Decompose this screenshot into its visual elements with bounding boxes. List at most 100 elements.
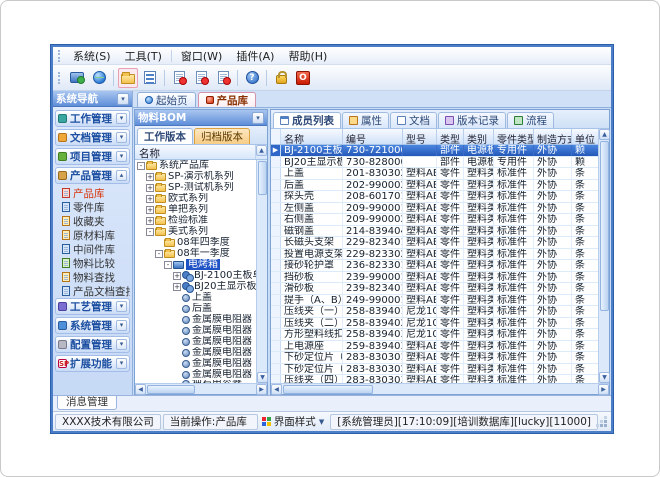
expand-icon[interactable]: + (146, 206, 154, 214)
sidebar-group-产品管理[interactable]: 产品管理▴ (55, 167, 130, 184)
chevron-down-icon[interactable]: ▾ (116, 301, 127, 312)
menu-item[interactable]: 窗口(W) (174, 47, 229, 65)
table-row[interactable]: 下砂定位片（左）283-830301-00I塑料ABS零件塑料类标准件外协条 (271, 352, 598, 364)
workspace-button[interactable] (67, 68, 87, 88)
table-row[interactable]: 上盖201-830302-00I塑料ABS零件塑料类标准件外协条 (271, 168, 598, 180)
column-header-单位[interactable]: 单位 (572, 129, 598, 144)
tree-vertical-scrollbar[interactable]: ▼ (256, 160, 267, 383)
version-tab-归档版本[interactable]: 归档版本 (194, 128, 250, 144)
table-row[interactable]: BJ20主显示板730-828000-04I部件电源板专用件外协颗 (271, 157, 598, 169)
table-row[interactable]: 左侧盖209-990001-01I塑料ABS零件塑料类标准件外协条 (271, 203, 598, 215)
expand-icon[interactable]: + (173, 283, 181, 291)
table-row[interactable]: 下砂定位片（右）283-830302-00I塑料ABS零件塑料类标准件外协条 (271, 364, 598, 376)
sidebar-item-零件库[interactable]: 零件库 (55, 200, 130, 214)
tab-文档[interactable]: 文档 (390, 112, 437, 128)
chevron-up-icon[interactable]: ▴ (116, 170, 127, 181)
table-hscroll-thumb[interactable] (283, 385, 373, 394)
table-scroll-thumb[interactable] (600, 141, 609, 311)
resize-grip-icon[interactable] (604, 424, 607, 427)
message-new-button[interactable] (169, 68, 189, 88)
collapse-icon[interactable]: - (137, 162, 145, 170)
tree-scroll-left-button[interactable]: ◀ (135, 384, 146, 395)
tree-item[interactable]: +SP-演示机系列 (135, 171, 256, 182)
table-row[interactable]: 上电源座259-839403-00I塑料ABS零件塑料类标准件外协条 (271, 341, 598, 353)
sidebar-group-工艺管理[interactable]: 工艺管理▾ (55, 298, 130, 315)
tree-item[interactable]: -08年一季度 (135, 248, 256, 259)
tree-item[interactable]: +欧式系列 (135, 193, 256, 204)
tree-item[interactable]: -系统产品库 (135, 160, 256, 171)
sidebar-group-文档管理[interactable]: 文档管理▾ (55, 129, 130, 146)
table-row[interactable]: 投置电源支架229-823302-00I塑料ABS零件塑料类标准件外协条 (271, 249, 598, 261)
tree-item[interactable]: 独石电容器 (135, 380, 256, 383)
column-header-零件类型[interactable]: 零件类型 (494, 129, 534, 144)
tab-成员列表[interactable]: 成员列表 (273, 112, 341, 128)
bom-panel-pin-button[interactable]: ▾ (252, 112, 264, 124)
tab-流程[interactable]: 流程 (507, 112, 554, 128)
chevron-down-icon[interactable]: ▾ (116, 320, 127, 331)
help-button[interactable] (242, 68, 262, 88)
bom-name-column-header[interactable]: 名称 (135, 145, 256, 159)
expand-icon[interactable]: + (146, 195, 154, 203)
sidebar-item-物料查找[interactable]: 物料查找 (55, 270, 130, 284)
sidebar-item-产品库[interactable]: 产品库 (55, 186, 130, 200)
tree-item[interactable]: 08年四季度 (135, 237, 256, 248)
sidebar-group-系统管理[interactable]: 系统管理▾ (55, 317, 130, 334)
menu-item[interactable]: 帮助(H) (281, 47, 334, 65)
expand-icon[interactable]: + (146, 173, 154, 181)
chevron-down-icon[interactable]: ▾ (116, 358, 127, 369)
column-header-类型[interactable]: 类型 (437, 129, 464, 144)
table-row[interactable]: 接砂轮护罩236-823301-00I塑料ABS零件塑料类标准件外协条 (271, 260, 598, 272)
collapse-icon[interactable]: - (155, 250, 163, 258)
chevron-down-icon[interactable]: ▾ (116, 339, 127, 350)
sidebar-item-收藏夹[interactable]: 收藏夹 (55, 214, 130, 228)
tree-scroll-thumb[interactable] (258, 161, 267, 195)
chevron-down-icon[interactable]: ▾ (116, 113, 127, 124)
tree-item[interactable]: 后盖 (135, 303, 256, 314)
exit-button[interactable] (293, 68, 313, 88)
sidebar-group-项目管理[interactable]: 项目管理▾ (55, 148, 130, 165)
tree-item[interactable]: 金属膜电阻器 (135, 325, 256, 336)
expand-icon[interactable]: + (146, 217, 154, 225)
sidebar-item-原材料库[interactable]: 原材料库 (55, 228, 130, 242)
tree-scroll-down-button[interactable]: ▼ (257, 372, 268, 383)
chevron-down-icon[interactable]: ▾ (116, 132, 127, 143)
table-row[interactable]: 压线夹（四）283-830303-00I塑料ABS零件塑料类标准件外协条 (271, 375, 598, 383)
style-selector[interactable]: 界面样式 (274, 414, 316, 429)
table-horizontal-scrollbar[interactable]: ◀ ▶ (271, 383, 609, 394)
column-header-类别[interactable]: 类别 (464, 129, 494, 144)
sidebar-item-物料比较[interactable]: 物料比较 (55, 256, 130, 270)
sidebar-group-配置管理[interactable]: 配置管理▾ (55, 336, 130, 353)
sidebar-group-扩展功能[interactable]: SP扩展功能▾ (55, 355, 130, 372)
chevron-down-icon[interactable]: ▾ (116, 151, 127, 162)
table-scroll-left-button[interactable]: ◀ (271, 384, 282, 395)
tree-scroll-up-button[interactable]: ▲ (256, 145, 267, 156)
menu-item[interactable]: 工具(T) (118, 47, 169, 65)
collapse-icon[interactable]: - (146, 228, 154, 236)
table-row[interactable]: 压线夹（二）258-839402-00I尼龙1010零件塑料类标准件外协条 (271, 318, 598, 330)
message-panel-tab[interactable]: 消息管理 (57, 396, 117, 410)
tree-item[interactable]: 金属膜电阻器 (135, 347, 256, 358)
tree-item[interactable]: 上盖 (135, 292, 256, 303)
table-row[interactable]: 磁钢盖214-839404-01I塑料ABS零件塑料类标准件外协条 (271, 226, 598, 238)
tree-item[interactable]: 金属膜电阻器 (135, 336, 256, 347)
column-header-编号[interactable]: 编号 (343, 129, 403, 144)
version-tab-工作版本[interactable]: 工作版本 (137, 128, 193, 144)
menu-item[interactable]: 系统(S) (66, 47, 118, 65)
column-header-名称[interactable]: 名称 (281, 129, 343, 144)
table-row[interactable]: 挡砂板239-990001-01I塑料ABS零件塑料类标准件外协条 (271, 272, 598, 284)
tree-scroll-right-button[interactable]: ▶ (256, 384, 267, 395)
expand-icon[interactable]: + (173, 272, 181, 280)
table-scroll-right-button[interactable]: ▶ (598, 384, 609, 395)
doc-tab-起始页[interactable]: 起始页 (137, 92, 196, 107)
table-row[interactable]: 提手（A、B）249-990001-01I塑料ABS零件塑料类标准件外协条 (271, 295, 598, 307)
tree-item[interactable]: +单把系列 (135, 204, 256, 215)
table-scroll-up-button[interactable]: ▲ (599, 129, 610, 140)
tab-版本记录[interactable]: 版本记录 (438, 112, 506, 128)
table-row[interactable]: 方形塑料线扣258-839403-00I尼龙1010零件塑料类标准件外协条 (271, 329, 598, 341)
tree-item[interactable]: -电烤箱 (135, 259, 256, 270)
tree-item[interactable]: +检验标准 (135, 215, 256, 226)
tree-horizontal-scrollbar[interactable]: ◀ ▶ (135, 383, 267, 394)
table-vertical-scrollbar[interactable]: ▲ ▼ (598, 129, 609, 383)
column-header-型号[interactable]: 型号 (403, 129, 437, 144)
expand-icon[interactable]: + (146, 184, 154, 192)
